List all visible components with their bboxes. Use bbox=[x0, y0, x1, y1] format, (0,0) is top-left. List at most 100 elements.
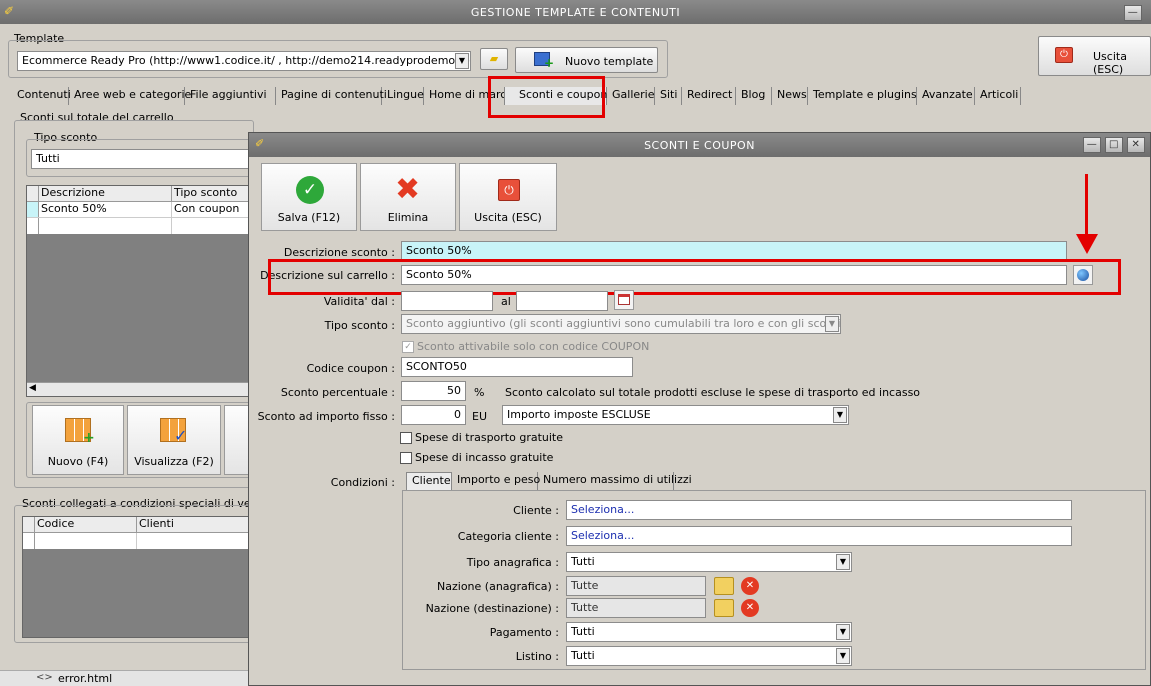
imposte-select[interactable]: Importo imposte ESCLUSE ▼ bbox=[502, 405, 849, 425]
special-empty-row bbox=[23, 533, 249, 549]
grid-header-descrizione[interactable]: Descrizione bbox=[39, 186, 172, 201]
sconto-percentuale-input[interactable]: 50 bbox=[401, 381, 466, 401]
chevron-down-icon: ▼ bbox=[836, 648, 850, 664]
open-folder-button[interactable]: ▰ bbox=[480, 48, 508, 70]
tipo-sconto-label: Tipo sconto : bbox=[324, 319, 395, 332]
horizontal-scrollbar[interactable]: ◀ bbox=[27, 382, 249, 396]
sconto-percentuale-label: Sconto percentuale : bbox=[280, 386, 395, 399]
red-arrow-shaft bbox=[1085, 174, 1088, 236]
special-grid-header: Codice Clienti bbox=[23, 517, 249, 533]
spese-trasporto-checkbox[interactable]: Spese di trasporto gratuite bbox=[400, 431, 563, 444]
tipo-anagrafica-label: Tipo anagrafica : bbox=[466, 556, 559, 569]
coupon-only-checkbox[interactable]: ✓ Sconto attivabile solo con codice COUPO… bbox=[402, 340, 649, 353]
cliente-input[interactable]: Seleziona... bbox=[566, 500, 1072, 520]
percent-sign: % bbox=[474, 386, 485, 399]
cond-tab-cliente[interactable]: Cliente bbox=[406, 472, 452, 490]
nazione-anag-clear-button[interactable]: ✕ bbox=[741, 577, 759, 595]
dialog-maximize-button[interactable]: □ bbox=[1105, 137, 1123, 153]
dialog-title: SCONTI E COUPON bbox=[644, 138, 755, 152]
validita-to-input[interactable] bbox=[516, 291, 608, 311]
minimize-button[interactable]: — bbox=[1124, 5, 1142, 21]
row-indicator bbox=[27, 202, 39, 217]
descrizione-sconto-input[interactable]: Sconto 50% bbox=[401, 241, 1067, 261]
tab-redirect[interactable]: Redirect bbox=[682, 87, 736, 105]
nazione-dest-label: Nazione (destinazione) : bbox=[425, 602, 559, 615]
listino-label: Listino : bbox=[515, 650, 559, 663]
table-row-empty bbox=[27, 218, 249, 234]
main-window-title: GESTIONE TEMPLATE E CONTENUTI bbox=[470, 5, 681, 19]
cond-tab-numero-massimo[interactable]: Numero massimo di utilizzi bbox=[538, 472, 692, 490]
tipo-anagrafica-select[interactable]: Tutti ▼ bbox=[566, 552, 852, 572]
nazione-dest-folder-button[interactable] bbox=[714, 599, 734, 617]
tipo-anagrafica-value: Tutti bbox=[571, 555, 595, 568]
dialog-exit-button[interactable]: ⏻ Uscita (ESC) bbox=[459, 163, 557, 231]
categoria-input[interactable]: Seleziona... bbox=[566, 526, 1072, 546]
tab-blog[interactable]: Blog bbox=[736, 87, 772, 105]
new-template-label: Nuovo template bbox=[565, 55, 654, 68]
tab-articoli[interactable]: Articoli bbox=[975, 87, 1021, 105]
special-header-clienti[interactable]: Clienti bbox=[137, 517, 174, 532]
main-titlebar: ✐ GESTIONE TEMPLATE E CONTENUTI — bbox=[0, 0, 1151, 24]
listino-value: Tutti bbox=[571, 649, 595, 662]
codice-coupon-input[interactable]: SCONTO50 bbox=[401, 357, 633, 377]
new-discount-button[interactable]: + Nuovo (F4) bbox=[32, 405, 124, 475]
pagamento-value: Tutti bbox=[571, 625, 595, 638]
grid-header-tipo-sconto[interactable]: Tipo sconto bbox=[172, 186, 237, 201]
codice-coupon-label: Codice coupon : bbox=[306, 362, 395, 375]
tab-avanzate[interactable]: Avanzate bbox=[917, 87, 975, 105]
dialog-titlebar: ✐ SCONTI E COUPON — □ ✕ bbox=[249, 133, 1150, 157]
template-select[interactable]: Ecommerce Ready Pro (http://www1.codice.… bbox=[17, 51, 471, 71]
nazione-dest-input[interactable]: Tutte bbox=[566, 598, 706, 618]
tab-template-plugins[interactable]: Template e plugins bbox=[808, 87, 917, 105]
dialog-close-button[interactable]: ✕ bbox=[1127, 137, 1145, 153]
validita-al-label: al bbox=[501, 295, 511, 308]
main-exit-button[interactable]: ⏻ Uscita (ESC) bbox=[1038, 36, 1151, 76]
delete-button[interactable]: ✖ Elimina bbox=[360, 163, 456, 231]
new-template-button[interactable]: + Nuovo template bbox=[515, 47, 658, 73]
dialog-minimize-button[interactable]: — bbox=[1083, 137, 1101, 153]
tab-aree-web[interactable]: Aree web e categorie bbox=[69, 87, 191, 105]
chevron-down-icon: ▼ bbox=[455, 53, 469, 69]
tab-siti[interactable]: Siti bbox=[655, 87, 682, 105]
pagamento-select[interactable]: Tutti ▼ bbox=[566, 622, 852, 642]
nazione-anag-folder-button[interactable] bbox=[714, 577, 734, 595]
new-discount-label: Nuovo (F4) bbox=[47, 455, 109, 468]
spese-incasso-checkbox[interactable]: Spese di incasso gratuite bbox=[400, 451, 553, 464]
view-discount-button[interactable]: ✓ Visualizza (F2) bbox=[127, 405, 221, 475]
power-icon: ⏻ bbox=[1055, 47, 1073, 63]
listino-select[interactable]: Tutti ▼ bbox=[566, 646, 852, 666]
save-label: Salva (F12) bbox=[277, 211, 341, 224]
tipo-sconto-select[interactable]: Sconto aggiuntivo (gli sconti aggiuntivi… bbox=[401, 314, 841, 334]
save-button[interactable]: ✓ Salva (F12) bbox=[261, 163, 357, 231]
calendar-button[interactable] bbox=[614, 290, 634, 310]
nazione-dest-clear-button[interactable]: ✕ bbox=[741, 599, 759, 617]
tab-gallerie[interactable]: Gallerie bbox=[607, 87, 655, 105]
checkmark-blue-icon: ✓ bbox=[174, 426, 188, 445]
nazione-anag-input[interactable]: Tutte bbox=[566, 576, 706, 596]
categoria-label: Categoria cliente : bbox=[457, 530, 559, 543]
descrizione-sconto-label: Descrizione sconto : bbox=[283, 246, 395, 259]
spese-incasso-label: Spese di incasso gratuite bbox=[415, 451, 554, 464]
plus-green-icon: + bbox=[83, 430, 95, 446]
delete-label: Elimina bbox=[387, 211, 429, 224]
exit-power-icon: ⏻ bbox=[498, 179, 520, 201]
sconto-importo-label: Sconto ad importo fisso : bbox=[257, 410, 395, 423]
sconto-importo-input[interactable]: 0 bbox=[401, 405, 466, 425]
tab-contenuti[interactable]: Contenuti bbox=[12, 87, 71, 105]
scroll-left-icon[interactable]: ◀ bbox=[29, 383, 36, 393]
status-file: error.html bbox=[58, 672, 113, 685]
tab-file-aggiuntivi[interactable]: File aggiuntivi bbox=[185, 87, 276, 105]
cond-tab-importo-peso[interactable]: Importo e peso bbox=[452, 472, 540, 490]
table-row[interactable]: Sconto 50% Con coupon bbox=[27, 202, 249, 218]
main-exit-label: Uscita (ESC) bbox=[1093, 50, 1127, 76]
validita-from-input[interactable] bbox=[401, 291, 493, 311]
tab-news[interactable]: News bbox=[772, 87, 808, 105]
code-icon: <> bbox=[36, 672, 53, 683]
row-descrizione: Sconto 50% bbox=[39, 202, 172, 217]
cliente-label: Cliente : bbox=[513, 504, 559, 517]
special-header-codice[interactable]: Codice bbox=[35, 517, 137, 532]
tipo-sconto-filter-select[interactable]: Tutti bbox=[31, 149, 251, 169]
tab-pagine-contenuti[interactable]: Pagine di contenuti bbox=[276, 87, 387, 105]
tab-lingue[interactable]: Lingue bbox=[382, 87, 424, 105]
view-discount-label: Visualizza (F2) bbox=[134, 455, 214, 468]
